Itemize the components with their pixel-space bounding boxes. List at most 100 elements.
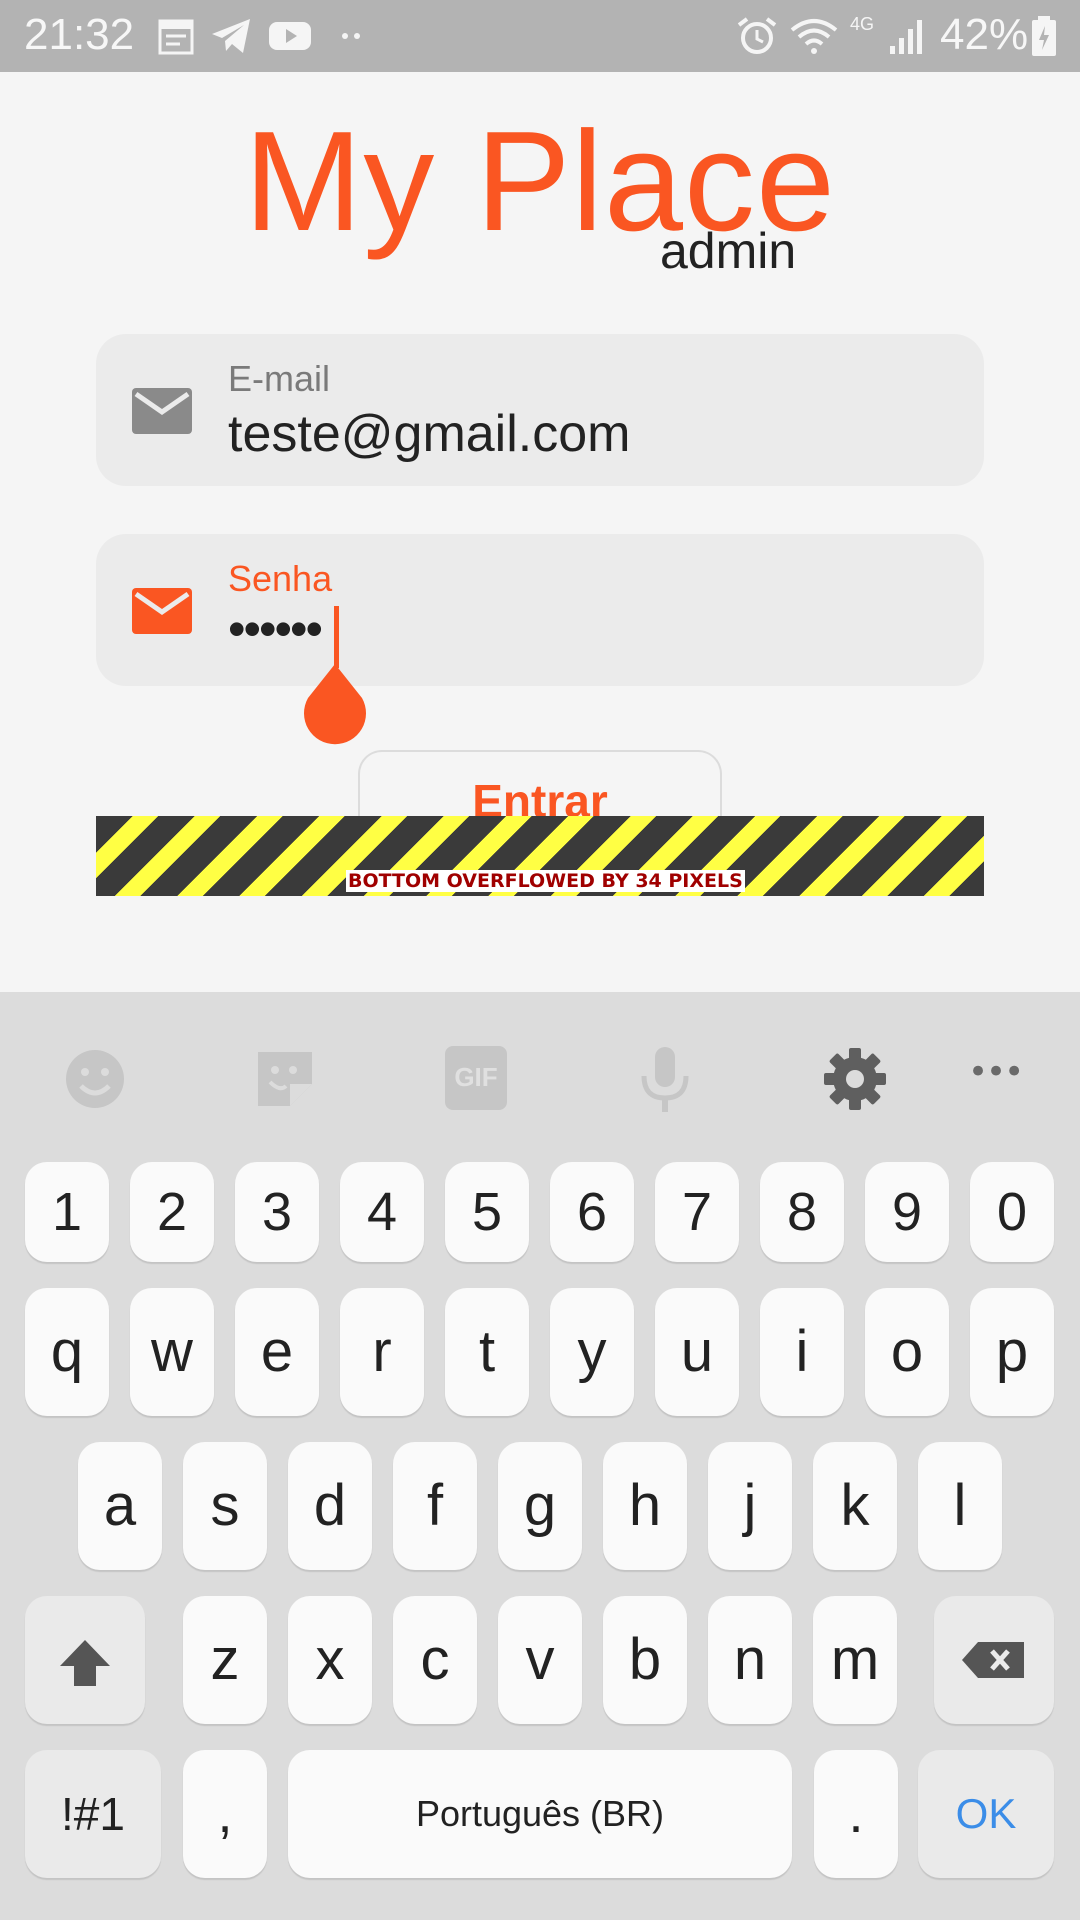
status-bar: 21:32 4G 42% xyxy=(0,0,1080,72)
key-1[interactable]: 1 xyxy=(25,1162,109,1262)
key-t-label: t xyxy=(478,1319,496,1384)
key-n[interactable]: n xyxy=(708,1596,792,1724)
symbols-key[interactable]: !#1 xyxy=(25,1750,161,1878)
key-z[interactable]: z xyxy=(183,1596,267,1724)
period-key[interactable]: . xyxy=(814,1750,898,1878)
key-a[interactable]: a xyxy=(78,1442,162,1570)
key-p[interactable]: p xyxy=(970,1288,1054,1416)
email-label: E-mail xyxy=(228,358,331,399)
backspace-icon xyxy=(962,1642,1024,1678)
key-x-label: x xyxy=(315,1627,345,1692)
key-e-label: e xyxy=(260,1319,294,1384)
key-r-label: r xyxy=(372,1319,392,1384)
key-v-label: v xyxy=(525,1627,555,1692)
key-w[interactable]: w xyxy=(130,1288,214,1416)
app-subtitle: admin xyxy=(660,223,797,279)
key-t[interactable]: t xyxy=(445,1288,529,1416)
key-2[interactable]: 2 xyxy=(130,1162,214,1262)
microphone-icon[interactable] xyxy=(630,1044,700,1114)
ok-key-label: OK xyxy=(955,1790,1017,1837)
symbols-key-label: !#1 xyxy=(61,1788,125,1840)
comma-key[interactable]: , xyxy=(183,1750,267,1878)
key-y-label: y xyxy=(577,1319,607,1384)
signal-icon xyxy=(890,20,922,54)
sticker-icon[interactable] xyxy=(250,1044,320,1114)
emoji-icon[interactable] xyxy=(60,1044,130,1114)
mail-icon xyxy=(132,388,192,434)
backspace-key[interactable] xyxy=(934,1596,1054,1724)
key-3[interactable]: 3 xyxy=(235,1162,319,1262)
wifi-icon xyxy=(790,19,838,54)
key-q[interactable]: q xyxy=(25,1288,109,1416)
key-5[interactable]: 5 xyxy=(445,1162,529,1262)
key-a-label: a xyxy=(103,1473,137,1538)
key-o-label: o xyxy=(890,1319,924,1384)
battery-icon xyxy=(1032,16,1056,56)
key-k-label: k xyxy=(840,1473,870,1538)
login-screen: My Place admin E-mail teste@gmail.com Se… xyxy=(0,72,1080,992)
key-h[interactable]: h xyxy=(603,1442,687,1570)
gif-label: GIF xyxy=(454,1062,498,1092)
key-9-label: 9 xyxy=(891,1182,923,1242)
key-u-label: u xyxy=(680,1319,714,1384)
key-d[interactable]: d xyxy=(288,1442,372,1570)
key-i-label: i xyxy=(795,1319,809,1384)
key-f[interactable]: f xyxy=(393,1442,477,1570)
email-field[interactable]: E-mail teste@gmail.com xyxy=(96,334,984,486)
key-b[interactable]: b xyxy=(603,1596,687,1724)
more-icon xyxy=(342,33,360,39)
email-value[interactable]: teste@gmail.com xyxy=(228,404,928,464)
cursor-handle-icon[interactable] xyxy=(300,662,370,752)
key-z-label: z xyxy=(210,1627,240,1692)
key-0-label: 0 xyxy=(996,1182,1028,1242)
more-options-icon[interactable]: ••• xyxy=(968,1052,1024,1092)
key-p-label: p xyxy=(995,1319,1029,1384)
battery-percent: 42% xyxy=(940,10,1029,59)
key-8-label: 8 xyxy=(786,1182,818,1242)
password-field[interactable]: Senha •••••• xyxy=(96,534,984,686)
settings-icon[interactable] xyxy=(820,1044,890,1114)
key-e[interactable]: e xyxy=(235,1288,319,1416)
key-7[interactable]: 7 xyxy=(655,1162,739,1262)
key-c[interactable]: c xyxy=(393,1596,477,1724)
key-7-label: 7 xyxy=(681,1182,713,1242)
key-n-label: n xyxy=(733,1627,767,1692)
overflow-warning-stripe: BOTTOM OVERFLOWED BY 34 PIXELS xyxy=(96,816,984,896)
password-label: Senha xyxy=(228,558,333,599)
ok-key[interactable]: OK xyxy=(918,1750,1054,1878)
soft-keyboard: GIF ••• 1 2 3 4 5 6 7 8 9 0 q w e r t y u i o p a s d f g h j k l z x c… xyxy=(0,992,1080,1920)
key-s[interactable]: s xyxy=(183,1442,267,1570)
key-g[interactable]: g xyxy=(498,1442,582,1570)
key-u[interactable]: u xyxy=(655,1288,739,1416)
password-value[interactable]: •••••• xyxy=(228,600,928,658)
key-8[interactable]: 8 xyxy=(760,1162,844,1262)
key-d-label: d xyxy=(313,1473,347,1538)
key-9[interactable]: 9 xyxy=(865,1162,949,1262)
key-l[interactable]: l xyxy=(918,1442,1002,1570)
gif-icon[interactable]: GIF xyxy=(445,1046,507,1110)
comma-key-label: , xyxy=(217,1784,233,1844)
key-m[interactable]: m xyxy=(813,1596,897,1724)
overflow-warning-text: BOTTOM OVERFLOWED BY 34 PIXELS xyxy=(346,870,745,892)
key-0[interactable]: 0 xyxy=(970,1162,1054,1262)
telegram-icon xyxy=(212,19,250,53)
key-4[interactable]: 4 xyxy=(340,1162,424,1262)
key-o[interactable]: o xyxy=(865,1288,949,1416)
key-w-label: w xyxy=(151,1319,193,1384)
shift-key[interactable] xyxy=(25,1596,145,1724)
app-title: My Place xyxy=(244,102,836,261)
key-v[interactable]: v xyxy=(498,1596,582,1724)
space-key[interactable]: Português (BR) xyxy=(288,1750,792,1878)
key-i[interactable]: i xyxy=(760,1288,844,1416)
key-k[interactable]: k xyxy=(813,1442,897,1570)
key-x[interactable]: x xyxy=(288,1596,372,1724)
key-j[interactable]: j xyxy=(708,1442,792,1570)
mail-icon xyxy=(132,588,192,634)
network-type: 4G xyxy=(850,14,875,34)
key-y[interactable]: y xyxy=(550,1288,634,1416)
key-r[interactable]: r xyxy=(340,1288,424,1416)
key-6[interactable]: 6 xyxy=(550,1162,634,1262)
key-j-label: j xyxy=(743,1473,757,1538)
period-key-label: . xyxy=(848,1784,864,1844)
key-5-label: 5 xyxy=(471,1182,503,1242)
